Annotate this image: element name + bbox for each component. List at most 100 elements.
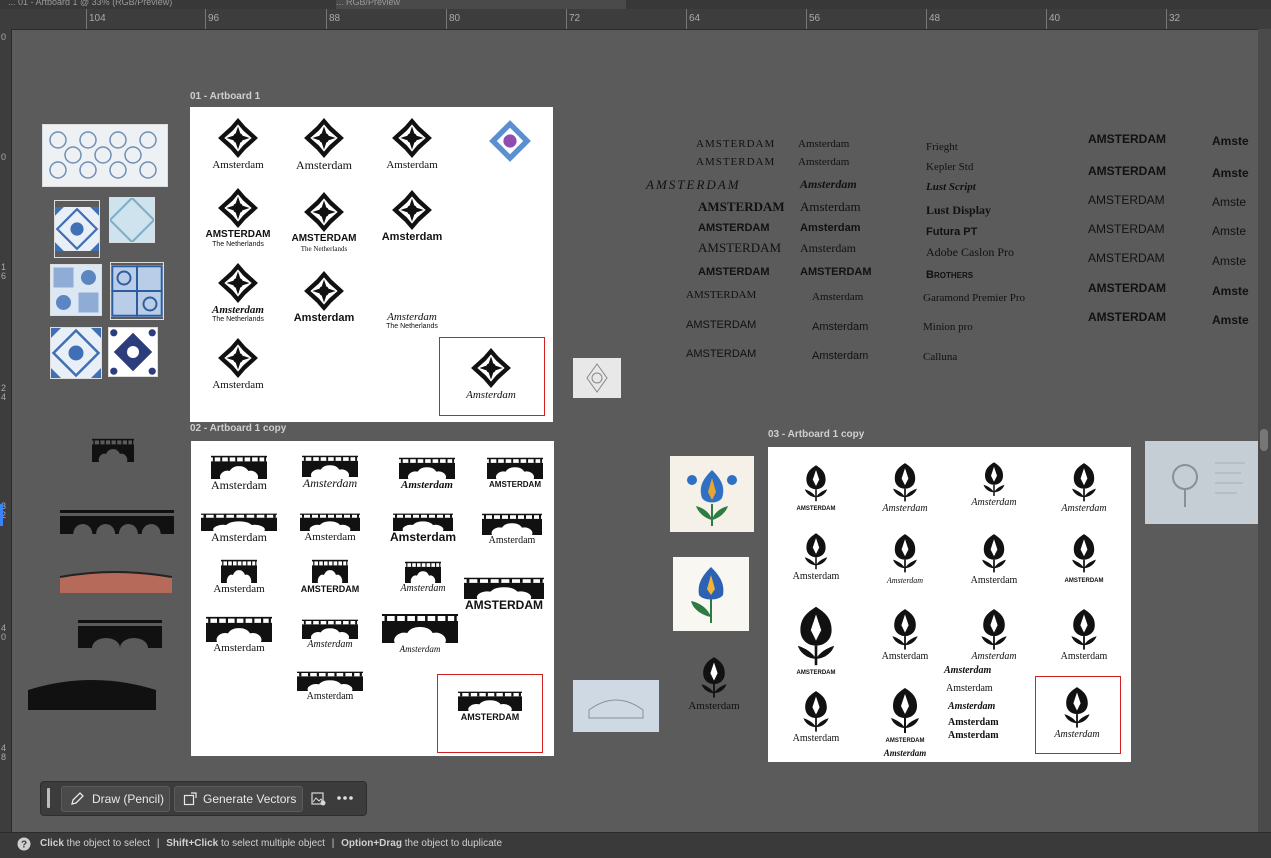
- logo-variant[interactable]: AMSTERDAM The Netherlands: [190, 187, 286, 249]
- canvas[interactable]: 01 - Artboard 1 Amsterdam Amsterdam Amst…: [12, 30, 1258, 832]
- logo-variant[interactable]: Amsterdam The Netherlands: [190, 262, 286, 324]
- logo-variant[interactable]: Amsterdam: [464, 513, 560, 547]
- artboard-label[interactable]: 01 - Artboard 1: [190, 91, 260, 102]
- logo-wordmark: Amsterdam: [293, 312, 355, 324]
- logo-variant[interactable]: Amsterdam: [946, 605, 1042, 663]
- logo-variant[interactable]: Amsterdam: [276, 270, 372, 324]
- logo-variant[interactable]: Amsterdam: [282, 455, 378, 489]
- draw-pencil-button[interactable]: Draw (Pencil): [61, 786, 170, 812]
- logo-variant[interactable]: Amsterdam: [191, 616, 287, 654]
- logo-variant[interactable]: Amsterdam: [768, 687, 864, 745]
- logo-variant[interactable]: AMSTERDAM: [461, 577, 547, 611]
- drag-handle[interactable]: [47, 788, 50, 808]
- tulip-illustration-image[interactable]: [673, 557, 749, 631]
- bridge-silhouette[interactable]: [60, 508, 174, 534]
- logo-variant[interactable]: Amsterdam: [372, 613, 468, 655]
- sketch-thumbnail[interactable]: [573, 358, 621, 398]
- logo-variant-selected[interactable]: Amsterdam: [443, 347, 539, 401]
- tile-image[interactable]: [110, 262, 164, 320]
- emblem-color-icon[interactable]: [488, 119, 532, 163]
- logo-variant[interactable]: AMSTERDAM: [1036, 529, 1132, 587]
- ruler-tick: 96: [208, 13, 220, 24]
- logo-variant[interactable]: Amsterdam: [276, 117, 372, 171]
- logo-subtitle: The Netherlands: [212, 241, 264, 248]
- wordmark-list[interactable]: Amsterdam Amsterdam Amsterdam Amsterdam …: [944, 663, 1024, 753]
- generate-vectors-button[interactable]: Generate Vectors: [174, 786, 303, 812]
- sketch-thumbnail[interactable]: [573, 680, 659, 732]
- logo-variant[interactable]: Amsterdam: [857, 459, 953, 515]
- logo-variant[interactable]: Amsterdam: [857, 605, 953, 663]
- font-sample-column[interactable]: AMSTERDAM AMSTERDAM AMSTERDAM AMSTERDAM …: [646, 136, 796, 376]
- artboard-label[interactable]: 02 - Artboard 1 copy: [190, 423, 286, 434]
- vertical-ruler[interactable]: 0 0 1 6 2 4 3 2 4 0 4 8: [0, 29, 12, 834]
- font-name: Frieght: [926, 141, 958, 153]
- logo-variant[interactable]: Amsterdam: [282, 671, 378, 703]
- bridge-icon: [464, 577, 544, 599]
- document-tab-1[interactable]: ... 01 - Artboard 1 @ 33% (RGB/Preview): [8, 0, 328, 9]
- logo-variant[interactable]: Amsterdam: [191, 559, 287, 595]
- font-sample-column[interactable]: AMSTERDAM AMSTERDAM AMSTERDAM AMSTERDAM …: [1086, 132, 1196, 332]
- tile-image[interactable]: [109, 197, 155, 243]
- logo-variant[interactable]: Amsterdam: [190, 337, 286, 391]
- tulip-icon: [885, 683, 925, 735]
- logo-variant[interactable]: Amsterdam: [857, 529, 953, 587]
- tulip-illustration-image[interactable]: [670, 456, 754, 532]
- bridge-silhouette[interactable]: [28, 670, 156, 710]
- tile-image[interactable]: [54, 200, 100, 258]
- logo-variant[interactable]: Amsterdam: [660, 652, 768, 712]
- logo-variant[interactable]: Amsterdam: [1036, 605, 1132, 663]
- font-sample-column[interactable]: Amsterdam Amsterdam Amsterdam Amsterdam …: [798, 136, 898, 376]
- artboard-3[interactable]: AMSTERDAM Amsterdam Amsterdam Amsterdam …: [768, 447, 1131, 762]
- logo-variant[interactable]: Amsterdam: [282, 513, 378, 543]
- logo-variant[interactable]: Amsterdam: [768, 529, 864, 583]
- logo-wordmark: Amsterdam: [381, 231, 443, 243]
- scrollbar-thumb[interactable]: [1260, 429, 1268, 451]
- logo-variant[interactable]: Amsterdam: [375, 513, 471, 543]
- logo-variant[interactable]: AMSTERDAM: [467, 457, 563, 491]
- logo-variant[interactable]: AMSTERDAM Amsterdam: [857, 683, 953, 759]
- artboard-label[interactable]: 03 - Artboard 1 copy: [768, 429, 864, 440]
- logo-variant[interactable]: Amsterdam: [282, 619, 378, 651]
- bridge-silhouette[interactable]: [78, 618, 162, 648]
- font-sample-column[interactable]: Amste Amste Amste Amste Amste Amste Amst…: [1212, 132, 1258, 332]
- horizontal-ruler[interactable]: 104 96 88 80 72 64 56 48 40 32: [0, 9, 1271, 30]
- artboard-1[interactable]: Amsterdam Amsterdam Amsterdam AMSTERDAM …: [190, 107, 553, 422]
- logo-variant[interactable]: Amsterdam: [364, 117, 460, 171]
- tile-image[interactable]: [50, 264, 102, 316]
- sketch-thumbnail[interactable]: [1145, 441, 1258, 524]
- font-name: Brothers: [926, 269, 974, 281]
- logo-variant-selected[interactable]: AMSTERDAM: [442, 691, 538, 723]
- logo-variant[interactable]: Amsterdam: [946, 459, 1042, 509]
- more-options-icon[interactable]: [337, 796, 353, 800]
- logo-variant[interactable]: Amsterdam: [190, 117, 286, 171]
- tile-image[interactable]: [108, 327, 158, 377]
- font-name-column[interactable]: Frieght Kepler Std Lust Script Lust Disp…: [922, 136, 1062, 376]
- artboard-2[interactable]: Amsterdam Amsterdam Amsterdam AMSTERDAM …: [191, 441, 554, 756]
- logo-variant[interactable]: Amsterdam: [364, 189, 460, 243]
- logo-variant[interactable]: Amsterdam: [191, 455, 287, 491]
- logo-wordmark: AMSTERDAM: [1064, 578, 1104, 584]
- image-settings-icon[interactable]: [311, 792, 326, 806]
- document-tab-2[interactable]: ... RGB/Preview: [336, 0, 626, 9]
- font-sample: AMSTERDAM: [686, 319, 757, 331]
- tile-image[interactable]: [50, 327, 102, 379]
- logo-variant[interactable]: Amsterdam: [1036, 459, 1132, 515]
- font-name: Calluna: [923, 351, 958, 363]
- bridge-silhouette[interactable]: [92, 438, 134, 462]
- logo-variant[interactable]: AMSTERDAM The Netherlands: [276, 191, 372, 253]
- logo-variant[interactable]: Amsterdam The Netherlands: [364, 311, 460, 331]
- logo-variant[interactable]: Amsterdam: [375, 561, 471, 595]
- logo-variant[interactable]: AMSTERDAM: [768, 461, 864, 515]
- vertical-scrollbar[interactable]: [1258, 29, 1271, 834]
- help-icon[interactable]: ?: [17, 837, 31, 851]
- font-sample: AMSTERDAM: [686, 348, 757, 360]
- status-key: Option+Drag: [341, 838, 402, 849]
- logo-variant-selected[interactable]: Amsterdam: [1029, 683, 1125, 741]
- logo-variant[interactable]: AMSTERDAM: [282, 559, 378, 595]
- bridge-silhouette-brick[interactable]: [60, 567, 172, 593]
- logo-variant[interactable]: AMSTERDAM: [768, 601, 864, 679]
- logo-variant[interactable]: Amsterdam: [191, 513, 287, 543]
- tile-pattern-wide-image[interactable]: [42, 124, 168, 187]
- logo-variant[interactable]: Amsterdam: [379, 457, 475, 491]
- logo-variant[interactable]: Amsterdam: [946, 529, 1042, 587]
